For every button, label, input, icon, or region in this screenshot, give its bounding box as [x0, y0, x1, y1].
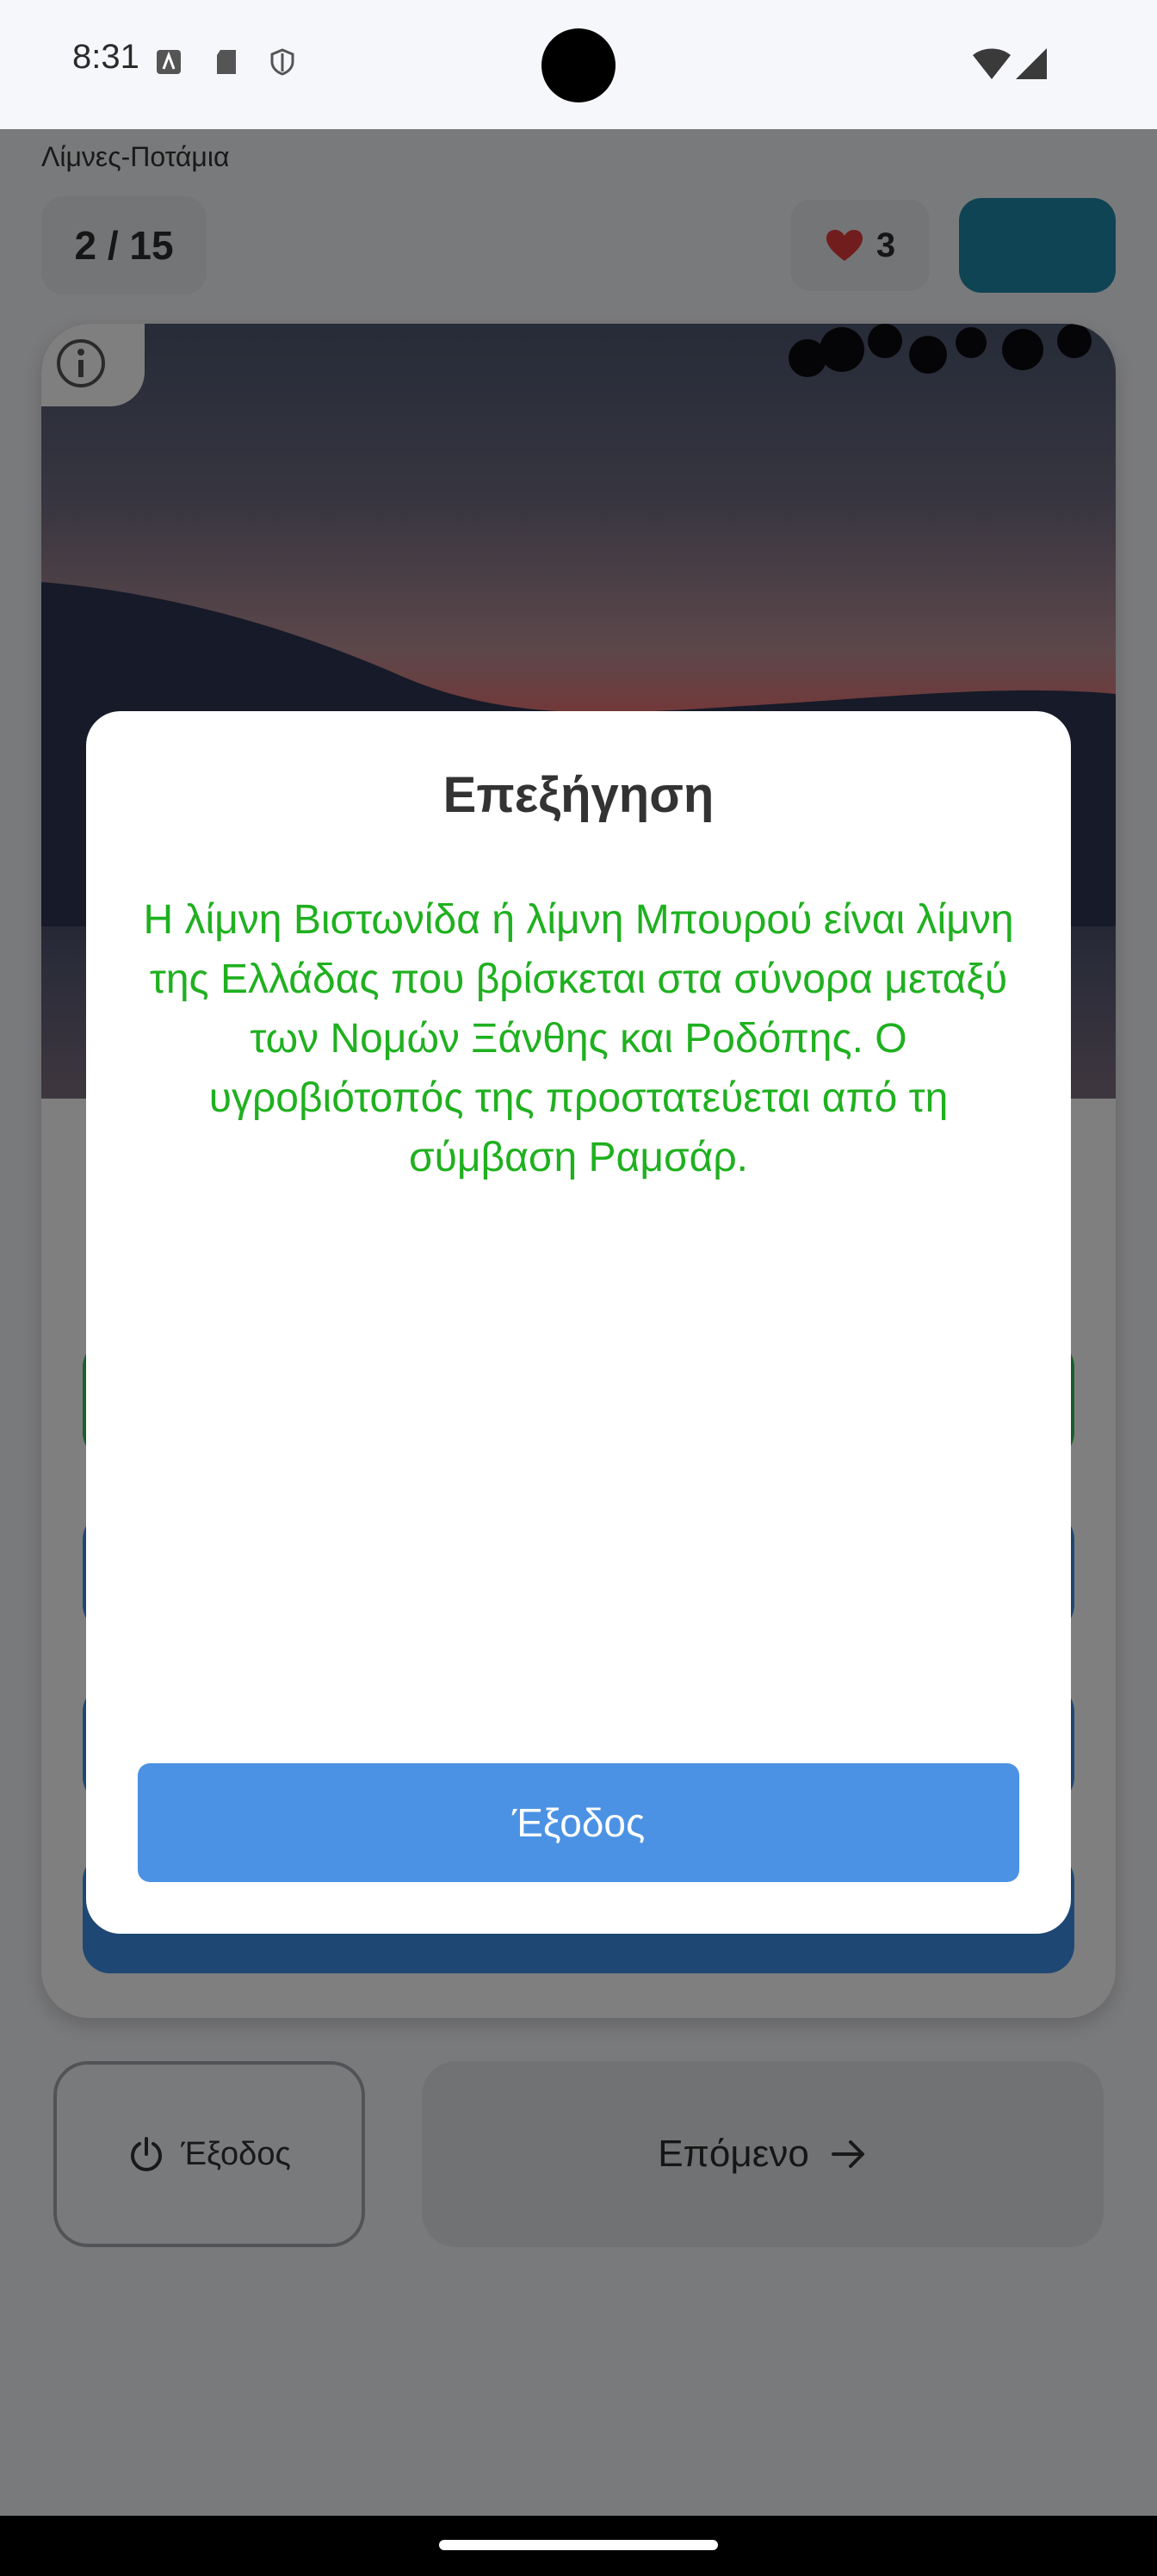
- shield-icon: [270, 48, 294, 76]
- dialog-title: Επεξήγηση: [442, 767, 715, 823]
- cellular-signal-icon: [1016, 48, 1047, 79]
- dialog-exit-button[interactable]: Έξοδος: [138, 1763, 1019, 1882]
- dialog-body-text: Η λίμνη Βιστωνίδα ή λίμνη Μπουρού είναι …: [143, 897, 1014, 1180]
- front-camera: [541, 28, 616, 102]
- status-time: 8:31: [72, 38, 139, 76]
- keyboard-notification-icon: [157, 50, 181, 74]
- wifi-icon: [973, 48, 1011, 79]
- gesture-handle[interactable]: [439, 2540, 718, 2550]
- sd-card-icon: [217, 50, 236, 74]
